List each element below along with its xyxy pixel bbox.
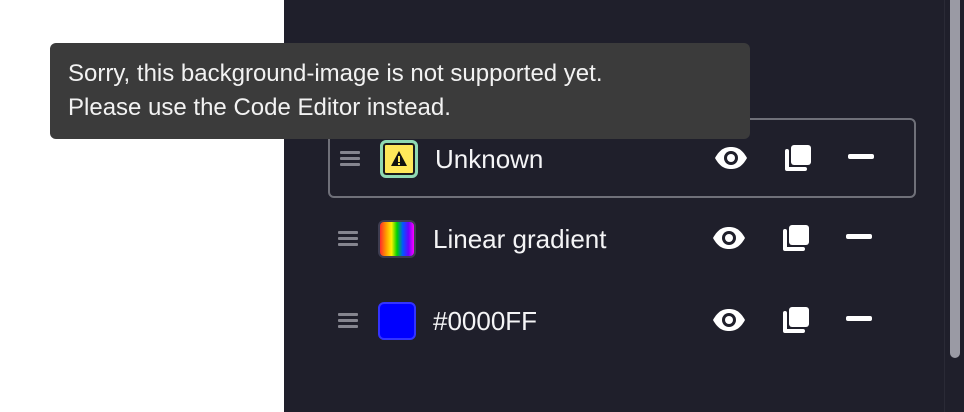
scrollbar-thumb[interactable] <box>950 0 960 358</box>
minus-icon[interactable] <box>848 154 874 160</box>
eye-icon[interactable] <box>712 308 746 332</box>
layer-label: Linear gradient <box>433 224 607 254</box>
layer-label: #0000FF <box>433 306 538 336</box>
tooltip-line-2: Please use the Code Editor instead. <box>68 94 451 121</box>
layer-row-solid-color[interactable]: #0000FF <box>328 282 916 362</box>
solid-color-swatch[interactable] <box>378 302 416 340</box>
drag-handle-icon[interactable] <box>338 231 358 247</box>
unsupported-background-tooltip: Sorry, this background-image is not supp… <box>50 43 750 139</box>
duplicate-icon[interactable] <box>780 224 810 254</box>
layer-label: Unknown <box>435 144 544 174</box>
rainbow-gradient-swatch[interactable] <box>378 220 416 258</box>
eye-icon[interactable] <box>712 226 746 250</box>
drag-handle-icon[interactable] <box>338 313 358 329</box>
tooltip-line-1: Sorry, this background-image is not supp… <box>68 60 603 87</box>
layer-row-linear-gradient[interactable]: Linear gradient <box>328 200 916 280</box>
eye-icon[interactable] <box>714 146 748 170</box>
minus-icon[interactable] <box>846 316 872 322</box>
drag-handle-icon[interactable] <box>340 151 360 167</box>
warning-swatch[interactable] <box>380 140 418 178</box>
duplicate-icon[interactable] <box>782 144 812 174</box>
duplicate-icon[interactable] <box>780 306 810 336</box>
warning-icon <box>391 151 407 166</box>
minus-icon[interactable] <box>846 234 872 240</box>
